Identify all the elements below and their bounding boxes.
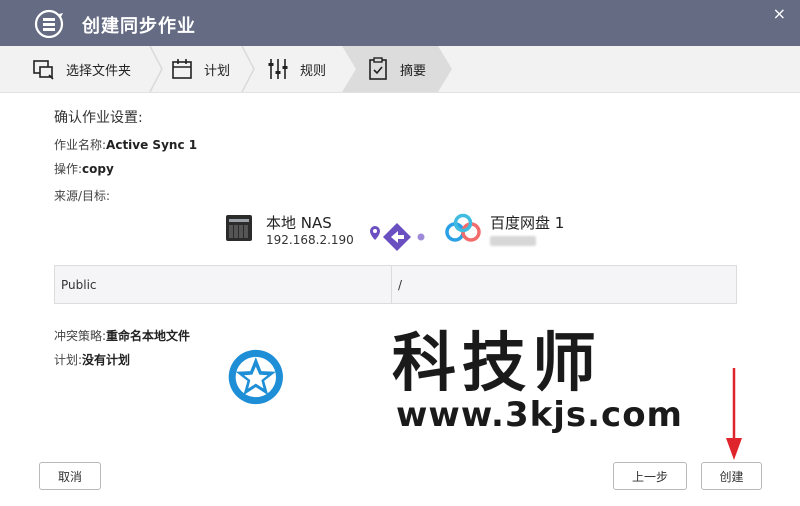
source-name: 本地 NAS [266, 214, 332, 232]
operation-row: 操作:copy [54, 160, 114, 177]
job-name-label: 作业名称: [54, 138, 107, 152]
prev-step-button[interactable]: 上一步 [613, 462, 687, 490]
source-target-label: 来源/目标: [54, 189, 111, 203]
transfer-direction [370, 223, 425, 251]
schedule-value: 没有计划 [82, 353, 131, 367]
cell-divider [391, 266, 392, 303]
watermark-logo [228, 349, 283, 405]
red-arrow-annotation [726, 368, 742, 460]
folder-select-icon [33, 60, 54, 80]
window-title: 创建同步作业 [82, 16, 196, 37]
step-label: 规则 [300, 63, 327, 79]
baidu-cloud-icon [445, 213, 481, 242]
step-schedule[interactable]: 计划 [170, 46, 230, 92]
step-label: 选择文件夹 [66, 63, 132, 79]
wizard-steps: 选择文件夹 计划 规则 摘要 [0, 46, 800, 93]
conflict-value: 重命名本地文件 [106, 329, 191, 343]
calendar-icon [172, 59, 192, 79]
job-name-row: 作业名称:Active Sync 1 [54, 136, 197, 153]
step-summary[interactable]: 摘要 [366, 46, 426, 92]
job-name-value: Active Sync 1 [106, 138, 198, 152]
source-ip: 192.168.2.190 [266, 233, 354, 247]
conflict-label: 冲突策略: [54, 329, 107, 343]
location-pin-icon [370, 226, 380, 240]
close-icon[interactable]: × [773, 4, 786, 23]
step-separator [241, 46, 255, 92]
summary-heading: 确认作业设置: [54, 110, 143, 126]
nas-device-icon [226, 215, 252, 241]
step-label: 摘要 [400, 63, 427, 79]
create-button[interactable]: 创建 [701, 462, 762, 490]
step-rules[interactable]: 规则 [266, 46, 326, 92]
schedule-label: 计划: [54, 353, 83, 367]
clipboard-icon [369, 57, 387, 80]
watermark-url: www.3kjs.com [396, 395, 683, 435]
target-name: 百度网盘 1 [490, 214, 565, 232]
watermark-text: 科技师 [392, 327, 602, 401]
operation-label: 操作: [54, 162, 83, 176]
arrow-left-icon [383, 223, 411, 251]
step-separator [149, 46, 163, 92]
cancel-button[interactable]: 取消 [39, 462, 101, 490]
step-label: 计划 [204, 63, 231, 79]
pair-target-folder: / [398, 278, 403, 292]
schedule-row: 计划:没有计划 [54, 351, 130, 368]
conflict-row: 冲突策略:重命名本地文件 [54, 327, 190, 344]
folder-pair-table: Public / [54, 265, 737, 304]
pair-source-folder: Public [61, 278, 97, 292]
target-account-redacted [490, 236, 536, 246]
operation-value: copy [82, 162, 114, 176]
window-titlebar: 创建同步作业 × [0, 0, 800, 46]
step-select-folder[interactable]: 选择文件夹 [32, 46, 131, 92]
sync-app-icon [34, 9, 64, 39]
sliders-icon [268, 59, 288, 79]
dot-icon [417, 233, 425, 241]
